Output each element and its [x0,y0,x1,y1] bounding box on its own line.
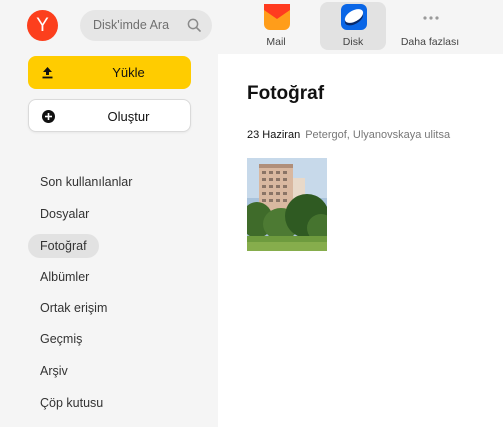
photo-group-location: Petergof, Ulyanovskaya ulitsa [305,129,451,141]
sidebar-item-archive[interactable]: Arşiv [28,359,80,383]
create-button-label: Oluştur [107,109,150,124]
sidebar-item-shared[interactable]: Ortak erişim [28,296,119,320]
app-mail-label: Mail [266,36,286,48]
sidebar-item-recent[interactable]: Son kullanılanlar [28,170,144,194]
upload-icon [42,67,53,79]
search-placeholder: Disk'imde Ara [93,18,170,32]
app-more-label: Daha fazlası [400,36,460,48]
photo-group-date: 23 Haziran [247,129,301,141]
app-disk[interactable]: Disk [320,2,386,50]
sidebar-item-history[interactable]: Geçmiş [28,327,94,351]
mail-icon [264,4,290,30]
more-icon [423,16,439,20]
photo-thumbnail[interactable] [247,158,327,251]
create-button[interactable]: Oluştur [28,99,191,132]
app-mail[interactable]: Mail [243,2,309,50]
upload-button[interactable]: Yükle [28,56,191,89]
yandex-logo[interactable]: Y [27,10,58,41]
upload-button-label: Yükle [112,65,145,80]
search-icon[interactable] [187,18,201,32]
page-title: Fotoğraf [247,83,325,104]
app-disk-label: Disk [342,36,364,48]
sidebar-item-albums[interactable]: Albümler [28,265,101,289]
disk-icon [341,4,367,30]
search-input[interactable]: Disk'imde Ara [80,10,212,41]
sidebar-item-photos[interactable]: Fotoğraf [28,234,99,258]
app-more[interactable]: Daha fazlası [397,2,463,50]
sidebar-item-files[interactable]: Dosyalar [28,202,101,226]
sidebar-item-trash[interactable]: Çöp kutusu [28,391,115,415]
plus-circle-icon [42,110,55,123]
photo-image [247,158,327,251]
photo-group-header: 23 Haziran Petergof, Ulyanovskaya ulitsa [247,129,450,141]
